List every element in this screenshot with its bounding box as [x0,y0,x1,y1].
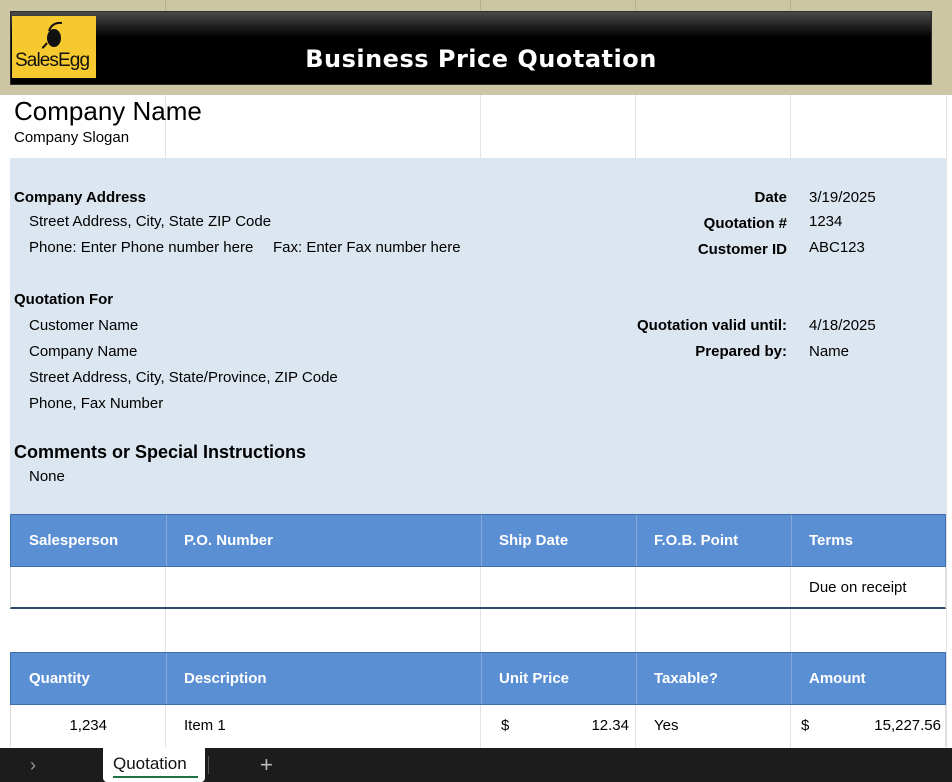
plus-icon[interactable]: + [260,752,273,778]
egg-icon [42,21,63,49]
company-name[interactable]: Company Name [14,96,202,127]
company-fax[interactable]: Fax: Enter Fax number here [273,239,461,256]
column-divider [165,567,166,607]
taxable-cell[interactable]: Yes [636,705,791,747]
gridline [480,0,481,10]
customer-company[interactable]: Company Name [29,343,137,360]
quantity-cell[interactable]: 1,234 [11,705,107,747]
gridline [790,0,791,10]
company-address-heading: Company Address [14,189,146,206]
header-description: Description [184,670,267,687]
valid-until-label: Quotation valid until: [637,317,787,334]
items-table-header: Quantity Description Unit Price Taxable?… [10,652,946,705]
table-row: Due on receipt [10,567,946,609]
active-tab-indicator [113,776,198,778]
column-divider [480,705,481,747]
header-quantity: Quantity [29,670,90,687]
terms-cell[interactable]: Due on receipt [791,567,945,609]
comments-value[interactable]: None [29,468,65,485]
customer-id-label: Customer ID [697,241,787,258]
table-row: 1,234 Item 1 $ 12.34 Yes $ 15,227.56 [10,705,946,747]
logo-text: SalesEgg [15,50,90,71]
company-slogan[interactable]: Company Slogan [14,129,129,146]
date-value[interactable]: 3/19/2025 [809,189,876,206]
shipping-table-header: Salesperson P.O. Number Ship Date F.O.B.… [10,514,946,567]
column-divider [635,567,636,607]
company-street[interactable]: Street Address, City, State ZIP Code [29,213,271,230]
prepared-by-label: Prepared by: [695,343,787,360]
chevron-right-icon[interactable]: › [30,755,36,776]
header-ship-date: Ship Date [499,532,569,549]
amount-currency: $ [801,717,810,734]
customer-name[interactable]: Customer Name [29,317,138,334]
page-title: Business Price Quotation [305,45,657,73]
title-banner: Business Price Quotation [10,11,932,85]
gridline [165,0,166,10]
header-po-number: P.O. Number [184,532,273,549]
header-taxable: Taxable? [654,670,718,687]
tab-divider [208,756,209,774]
items-table: Quantity Description Unit Price Taxable?… [10,652,946,747]
date-label: Date [754,189,787,206]
gridline [946,0,947,748]
header-salesperson: Salesperson [29,532,119,549]
header-fob-point: F.O.B. Point [654,532,739,549]
comments-heading: Comments or Special Instructions [14,442,307,462]
quotation-number-value[interactable]: 1234 [809,213,842,230]
quotation-number-label: Quotation # [703,215,787,232]
description-cell[interactable]: Item 1 [166,705,481,747]
amount-cell[interactable]: 15,227.56 [831,705,941,747]
unit-price-currency: $ [501,717,510,734]
prepared-by-value[interactable]: Name [809,343,849,360]
column-divider [480,567,481,607]
customer-id-value[interactable]: ABC123 [809,239,865,256]
sheet-tab-label: Quotation [113,754,187,773]
sheet-tab-bar: › Quotation + [0,748,952,782]
salesegg-logo[interactable]: SalesEgg [12,16,96,78]
header-terms: Terms [809,532,853,549]
customer-phone-fax[interactable]: Phone, Fax Number [29,395,163,412]
unit-price-cell[interactable]: 12.34 [531,705,629,747]
header-unit-price: Unit Price [499,670,570,687]
gridline [635,0,636,10]
sheet-tab-quotation[interactable]: Quotation [103,748,205,782]
customer-address[interactable]: Street Address, City, State/Province, ZI… [29,369,338,386]
valid-until-value[interactable]: 4/18/2025 [809,317,876,334]
company-phone[interactable]: Phone: Enter Phone number here [29,239,253,256]
shipping-table: Salesperson P.O. Number Ship Date F.O.B.… [10,514,946,609]
header-amount: Amount [809,670,866,687]
column-divider [790,705,791,747]
quotation-for-heading: Quotation For [14,291,114,308]
